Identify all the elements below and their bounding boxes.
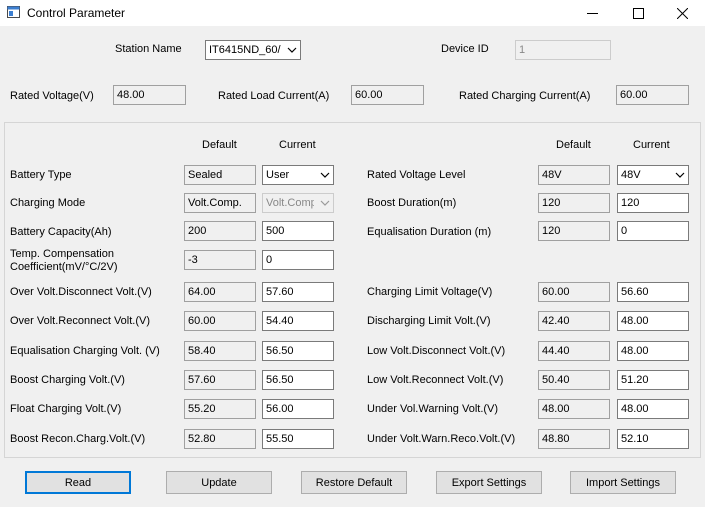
float-charging-label: Float Charging Volt.(V) [10, 403, 122, 415]
boost-duration-default[interactable]: 120 [538, 193, 610, 213]
discharging-limit-label: Discharging Limit Volt.(V) [367, 315, 491, 327]
rated-voltage-level-label: Rated Voltage Level [367, 169, 466, 181]
rated-voltage-level-current: 48V [621, 169, 641, 181]
under-vol-warning-label: Under Vol.Warning Volt.(V) [367, 403, 499, 415]
equalisation-charging-label: Equalisation Charging Volt. (V) [10, 345, 160, 357]
boost-charging-label: Boost Charging Volt.(V) [10, 374, 125, 386]
over-volt-disconnect-input[interactable]: 57.60 [262, 282, 334, 302]
low-volt-disconnect-input[interactable]: 48.00 [617, 341, 689, 361]
device-id-field[interactable]: 1 [515, 40, 611, 60]
battery-capacity-default[interactable]: 200 [184, 221, 256, 241]
discharging-limit-input[interactable]: 48.00 [617, 311, 689, 331]
temp-compensation-label: Temp. Compensation Coefficient(mV/°C/2V) [10, 248, 118, 273]
boost-duration-input[interactable]: 120 [617, 193, 689, 213]
equalisation-duration-default[interactable]: 120 [538, 221, 610, 241]
rated-load-current-field[interactable]: 60.00 [351, 85, 424, 105]
charging-mode-label: Charging Mode [10, 197, 86, 209]
under-volt-warn-reco-default[interactable]: 48.80 [538, 429, 610, 449]
battery-type-current: User [266, 169, 290, 181]
update-button[interactable]: Update [166, 471, 272, 494]
chevron-down-icon [320, 172, 330, 178]
read-button[interactable]: Read [25, 471, 131, 494]
chevron-down-icon [675, 172, 685, 178]
float-charging-default[interactable]: 55.20 [184, 399, 256, 419]
right-default-header: Default [556, 139, 591, 151]
battery-capacity-input[interactable]: 500 [262, 221, 334, 241]
boost-charging-input[interactable]: 56.50 [262, 370, 334, 390]
rated-voltage-label: Rated Voltage(V) [10, 90, 94, 102]
close-icon [676, 7, 688, 19]
low-volt-disconnect-default[interactable]: 44.40 [538, 341, 610, 361]
app-icon [7, 6, 20, 18]
rated-voltage-level-default[interactable]: 48V [538, 165, 610, 185]
boost-recon-input[interactable]: 55.50 [262, 429, 334, 449]
rated-charging-current-label: Rated Charging Current(A) [459, 90, 591, 102]
over-volt-disconnect-label: Over Volt.Disconnect Volt.(V) [10, 286, 152, 298]
battery-type-select[interactable]: User [262, 165, 334, 185]
left-default-header: Default [202, 139, 237, 151]
charging-limit-voltage-default[interactable]: 60.00 [538, 282, 610, 302]
under-volt-warn-reco-input[interactable]: 52.10 [617, 429, 689, 449]
rated-load-current-label: Rated Load Current(A) [218, 90, 330, 102]
left-current-header: Current [279, 139, 316, 151]
temp-compensation-input[interactable]: 0 [262, 250, 334, 270]
title-bar: Control Parameter [0, 0, 705, 26]
window-title: Control Parameter [27, 6, 126, 20]
boost-recon-label: Boost Recon.Charg.Volt.(V) [10, 433, 146, 445]
station-name-select[interactable]: IT6415ND_60/ [205, 40, 301, 60]
low-volt-reconnect-label: Low Volt.Reconnect Volt.(V) [367, 374, 504, 386]
rated-voltage-field[interactable]: 48.00 [113, 85, 186, 105]
charging-limit-voltage-label: Charging Limit Voltage(V) [367, 286, 493, 298]
chevron-down-icon [287, 47, 297, 53]
discharging-limit-default[interactable]: 42.40 [538, 311, 610, 331]
low-volt-disconnect-label: Low Volt.Disconnect Volt.(V) [367, 345, 506, 357]
battery-capacity-label: Battery Capacity(Ah) [10, 226, 112, 238]
boost-charging-default[interactable]: 57.60 [184, 370, 256, 390]
import-settings-button[interactable]: Import Settings [570, 471, 676, 494]
rated-charging-current-field[interactable]: 60.00 [616, 85, 689, 105]
station-name-label: Station Name [115, 43, 182, 55]
device-id-label: Device ID [441, 43, 489, 55]
battery-type-default[interactable]: Sealed [184, 165, 256, 185]
over-volt-disconnect-default[interactable]: 64.00 [184, 282, 256, 302]
rated-voltage-level-select[interactable]: 48V [617, 165, 689, 185]
boost-duration-label: Boost Duration(m) [367, 197, 457, 209]
charging-mode-current: Volt.Comp [266, 197, 314, 209]
close-button[interactable] [659, 0, 705, 26]
equalisation-duration-input[interactable]: 0 [617, 221, 689, 241]
battery-type-label: Battery Type [10, 169, 72, 181]
station-name-value: IT6415ND_60/ [209, 44, 281, 56]
over-volt-reconnect-input[interactable]: 54.40 [262, 311, 334, 331]
over-volt-reconnect-label: Over Volt.Reconnect Volt.(V) [10, 315, 151, 327]
export-settings-button[interactable]: Export Settings [436, 471, 542, 494]
charging-mode-select[interactable]: Volt.Comp [262, 193, 334, 213]
chevron-down-icon [320, 200, 330, 206]
equalisation-charging-default[interactable]: 58.40 [184, 341, 256, 361]
maximize-button[interactable] [615, 0, 661, 26]
float-charging-input[interactable]: 56.00 [262, 399, 334, 419]
over-volt-reconnect-default[interactable]: 60.00 [184, 311, 256, 331]
minimize-button[interactable] [569, 0, 615, 26]
maximize-icon [632, 7, 644, 19]
restore-default-button[interactable]: Restore Default [301, 471, 407, 494]
minimize-icon [586, 12, 598, 14]
under-vol-warning-input[interactable]: 48.00 [617, 399, 689, 419]
charging-limit-voltage-input[interactable]: 56.60 [617, 282, 689, 302]
equalisation-charging-input[interactable]: 56.50 [262, 341, 334, 361]
low-volt-reconnect-default[interactable]: 50.40 [538, 370, 610, 390]
temp-compensation-default[interactable]: -3 [184, 250, 256, 270]
under-volt-warn-reco-label: Under Volt.Warn.Reco.Volt.(V) [367, 433, 516, 445]
charging-mode-default[interactable]: Volt.Comp. [184, 193, 256, 213]
low-volt-reconnect-input[interactable]: 51.20 [617, 370, 689, 390]
right-current-header: Current [633, 139, 670, 151]
equalisation-duration-label: Equalisation Duration (m) [367, 226, 492, 238]
under-vol-warning-default[interactable]: 48.00 [538, 399, 610, 419]
boost-recon-default[interactable]: 52.80 [184, 429, 256, 449]
